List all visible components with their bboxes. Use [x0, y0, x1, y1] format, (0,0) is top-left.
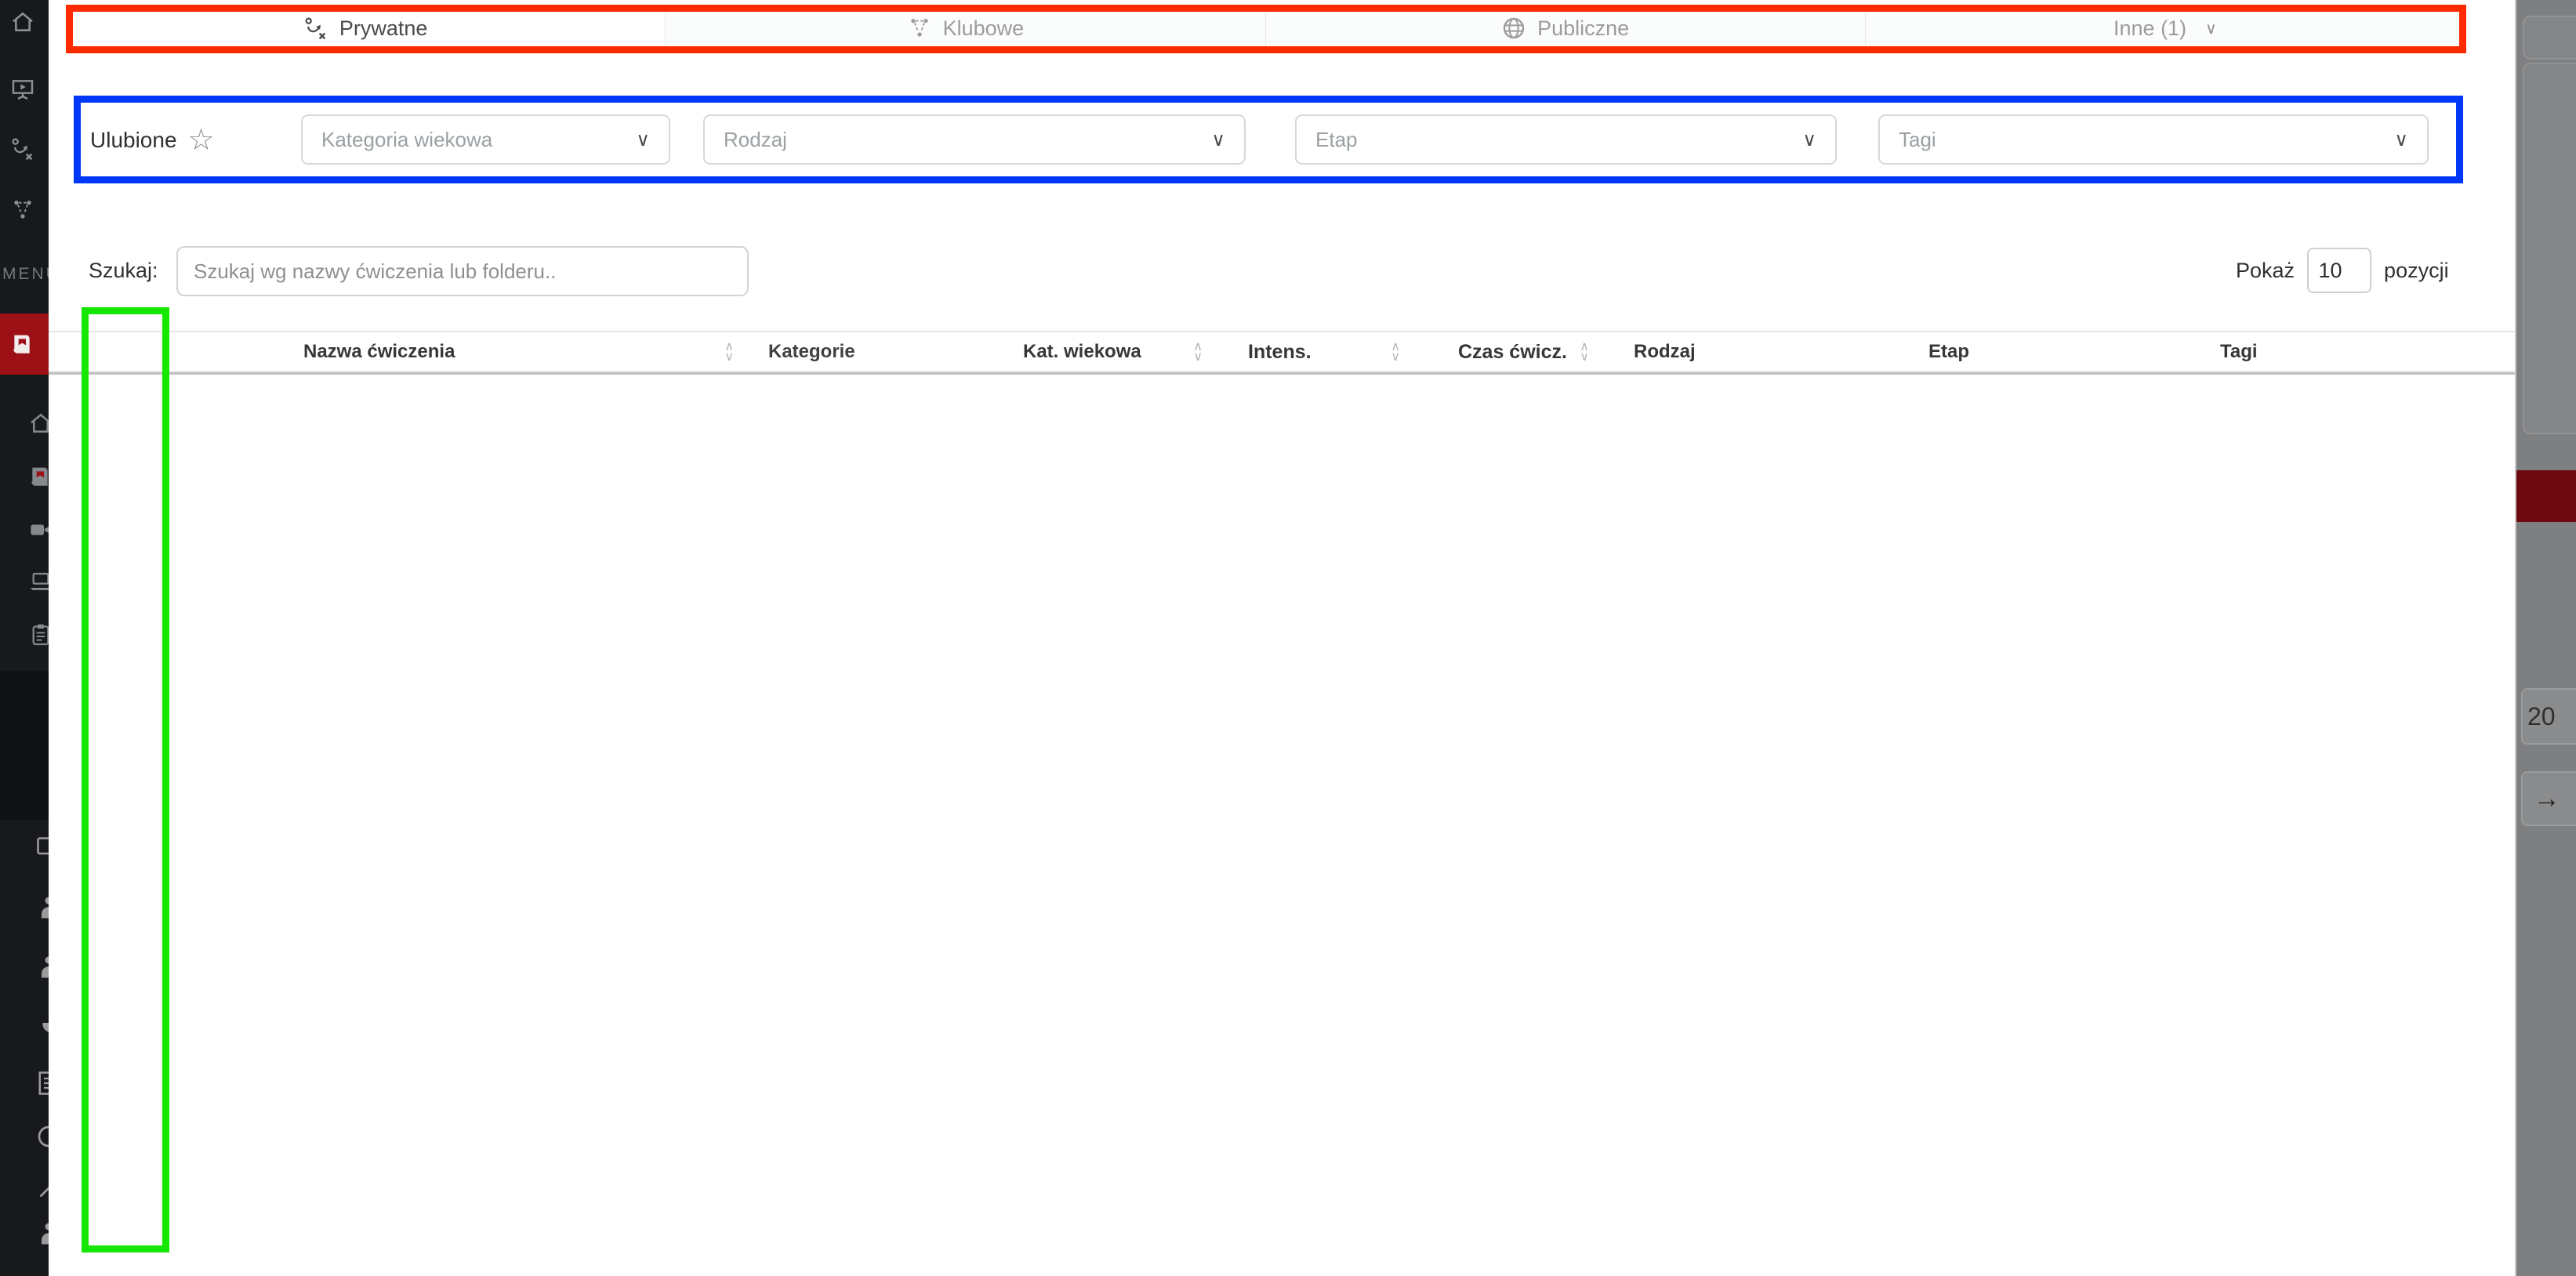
left-sidebar: MENU — [0, 0, 49, 1276]
favorites-filter[interactable]: Ulubione ☆ — [90, 125, 215, 155]
dropdown-placeholder: Kategoria wiekowa — [321, 128, 492, 152]
header-czas[interactable]: Czas ćwicz. ∧∨ — [1444, 341, 1632, 364]
favorites-label: Ulubione — [90, 128, 177, 153]
chevron-down-icon: ∨ — [636, 129, 650, 151]
arrow-right-button[interactable]: → — [2521, 771, 2576, 826]
filter-dropdown-etap[interactable]: Etap ∨ — [1295, 114, 1837, 165]
tab-bar: Prywatne Klubowe Publiczne Inne (1) ∨ — [66, 6, 2465, 52]
person-icon[interactable] — [34, 953, 49, 981]
filter-dropdown-kategoria-wiekowa[interactable]: Kategoria wiekowa ∨ — [301, 114, 670, 165]
page-size-value: 10 — [2319, 259, 2342, 283]
background-number-box: 20 — [2521, 688, 2576, 745]
tab-label: Publiczne — [1537, 16, 1629, 41]
background-box — [2523, 63, 2576, 434]
dropdown-placeholder: Rodzaj — [724, 128, 787, 152]
tab-prywatne[interactable]: Prywatne — [66, 6, 666, 52]
list-icon[interactable] — [34, 1069, 49, 1097]
page-size-control: Pokaż 10 pozycji — [2236, 248, 2449, 293]
search-icon — [705, 258, 731, 285]
home-icon[interactable] — [28, 411, 49, 436]
tab-publiczne[interactable]: Publiczne — [1266, 6, 1866, 52]
search-input[interactable] — [178, 259, 705, 284]
header-intens[interactable]: Intens. ∧∨ — [1209, 341, 1444, 364]
header-name[interactable]: Nazwa ćwiczenia ∧∨ — [260, 341, 762, 363]
book-icon — [10, 332, 35, 357]
sidebar-item-home[interactable] — [10, 9, 35, 34]
book-icon[interactable] — [28, 464, 49, 489]
search-label: Szukaj: — [89, 259, 158, 283]
sort-icon[interactable]: ∧∨ — [1193, 342, 1203, 362]
chevron-down-icon: ∨ — [1211, 129, 1225, 151]
camera-icon[interactable] — [28, 517, 49, 542]
chevron-down-icon: ∨ — [2205, 19, 2217, 38]
sort-icon[interactable]: ∧∨ — [724, 342, 734, 362]
search-field — [176, 246, 749, 296]
dropdown-placeholder: Etap — [1315, 128, 1358, 152]
tactics-icon — [303, 16, 328, 41]
sidebar-item-team[interactable] — [10, 198, 35, 223]
header-rodzaj: Rodzaj — [1632, 341, 1926, 363]
header-tagi: Tagi — [2218, 341, 2515, 363]
globe-icon — [1501, 16, 1526, 41]
person-icon[interactable] — [34, 894, 49, 922]
header-kat-wiekowa[interactable]: Kat. wiekowa ∧∨ — [1021, 341, 1209, 363]
chevron-down-icon: ∨ — [2394, 129, 2408, 151]
background-red-band — [2516, 470, 2576, 522]
sidebar-dark-block — [0, 671, 49, 820]
laptop-icon[interactable] — [28, 569, 49, 594]
filter-dropdown-tagi[interactable]: Tagi ∨ — [1878, 114, 2429, 165]
filter-dropdown-rodzaj[interactable]: Rodzaj ∨ — [703, 114, 1246, 165]
tab-label: Klubowe — [943, 16, 1025, 41]
sort-icon[interactable]: ∧∨ — [1391, 342, 1400, 362]
stepper-arrows-icon — [2349, 261, 2360, 280]
person-icon[interactable] — [34, 1220, 49, 1248]
whistle-icon[interactable] — [34, 1011, 49, 1039]
tab-label: Inne (1) — [2113, 16, 2186, 41]
clipboard-icon[interactable] — [28, 622, 49, 647]
show-label: Pokaż — [2236, 259, 2295, 283]
star-icon[interactable]: ☆ — [188, 125, 215, 155]
sidebar-item-active[interactable] — [0, 314, 49, 375]
tab-inne-1-[interactable]: Inne (1) ∨ — [1866, 6, 2465, 52]
background-box — [2523, 16, 2576, 60]
circle-icon[interactable] — [34, 1122, 49, 1151]
menu-label: MENU — [2, 265, 49, 284]
sidebar-item-presentation[interactable] — [10, 77, 35, 102]
sidebar-item-tactics[interactable] — [10, 136, 35, 161]
positions-label: pozycji — [2384, 259, 2449, 283]
exercise-table: Nazwa ćwiczenia ∧∨ Kategorie Kat. wiekow… — [49, 331, 2515, 375]
tab-klubowe[interactable]: Klubowe — [666, 6, 1265, 52]
chevron-down-icon: ∨ — [1802, 129, 1816, 151]
team-icon — [907, 16, 932, 41]
exercise-library-panel: Prywatne Klubowe Publiczne Inne (1) ∨ Ulubio… — [49, 0, 2515, 1276]
tab-label: Prywatne — [339, 16, 428, 41]
screen-icon[interactable] — [34, 832, 49, 861]
page-size-select[interactable]: 10 — [2307, 248, 2371, 293]
header-etap: Etap — [1926, 341, 2218, 363]
sort-icon[interactable]: ∧∨ — [1580, 342, 1589, 362]
dropdown-placeholder: Tagi — [1899, 128, 1936, 152]
table-header: Nazwa ćwiczenia ∧∨ Kategorie Kat. wiekow… — [49, 331, 2515, 373]
line-icon[interactable] — [34, 1174, 49, 1202]
arrow-right-icon: → — [2534, 784, 2560, 814]
header-kategorie: Kategorie — [762, 332, 1021, 372]
dimmed-background-strip: 20 → — [2515, 0, 2576, 1276]
